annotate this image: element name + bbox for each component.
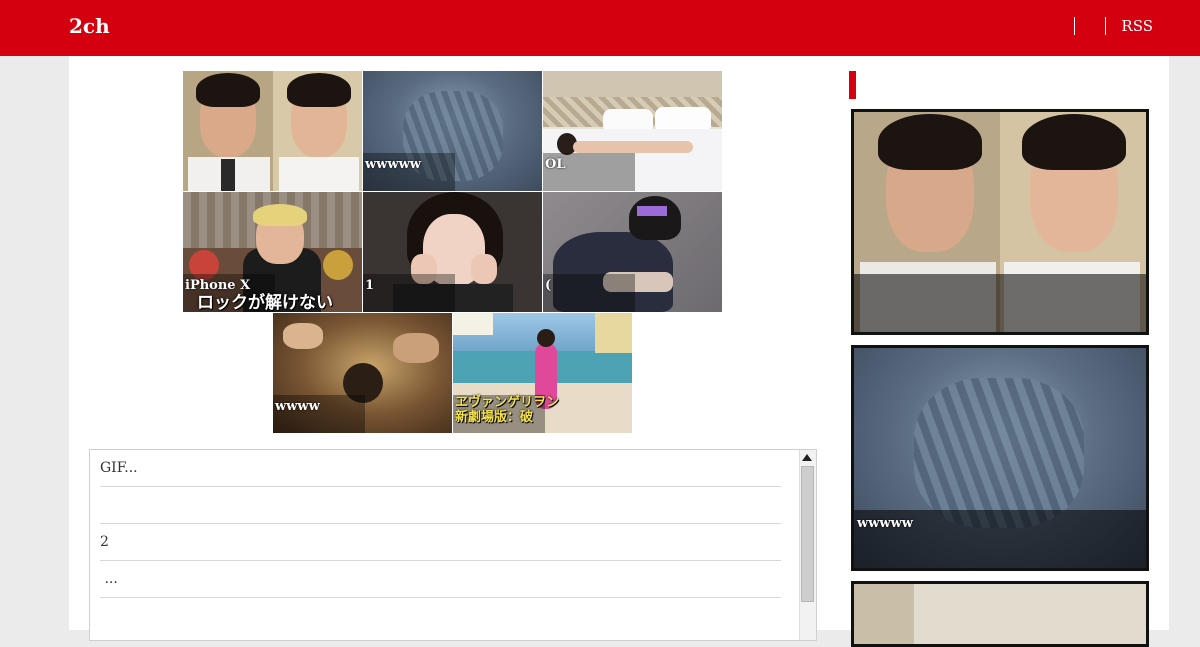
hair xyxy=(253,204,307,226)
nav-divider xyxy=(1074,17,1076,35)
caption-overlay xyxy=(854,274,1146,332)
rss-link[interactable]: RSS xyxy=(1121,17,1153,35)
sidebar-card-2[interactable]: wwwww xyxy=(851,345,1149,571)
thumbnail-7[interactable]: wwww xyxy=(273,313,452,433)
sidebar-card-1[interactable] xyxy=(851,109,1149,335)
caption-overlay xyxy=(543,274,635,312)
thumbnail-1[interactable] xyxy=(183,71,362,191)
thumbnail-caption: 1 xyxy=(365,278,375,293)
comment-row[interactable]: 2 xyxy=(100,524,781,561)
sidebar-card-caption: wwwww xyxy=(857,516,913,531)
thumbnail-6[interactable]: ( xyxy=(543,192,722,312)
main-container: wwwww OL ロックが解けない iPhone X 1 (wwww ヱヴァン… xyxy=(69,56,1169,647)
comment-row[interactable]: ... xyxy=(100,561,781,598)
hair xyxy=(1022,114,1126,170)
thumbnail-caption: wwww xyxy=(275,399,320,414)
scroll-up-icon[interactable] xyxy=(802,454,812,461)
thumbnail-caption: ( xyxy=(545,278,552,293)
comment-box[interactable]: GIF... 2 ... xyxy=(89,449,817,641)
scrollbar-thumb[interactable] xyxy=(801,466,814,602)
scrollbar[interactable] xyxy=(799,450,816,640)
hair xyxy=(629,196,681,240)
thumbnail-2[interactable]: wwwww xyxy=(363,71,542,191)
thumbnail-3[interactable]: OL xyxy=(543,71,722,191)
top-nav: RSS xyxy=(1059,17,1153,35)
thumbnail-grid: wwwww OL ロックが解けない iPhone X 1 (wwww ヱヴァン… xyxy=(183,71,723,433)
hair xyxy=(878,114,982,170)
comment-row[interactable] xyxy=(100,487,781,524)
site-logo[interactable]: 2ch xyxy=(69,14,110,38)
hair xyxy=(196,73,260,107)
thumbnail-overlay-text: ヱヴァンゲリヲン 新劇場版：破 xyxy=(455,395,560,425)
nav-divider xyxy=(1105,17,1107,35)
caption-overlay xyxy=(363,274,455,312)
top-bar: 2ch RSS xyxy=(0,0,1200,56)
comment-row[interactable]: GIF... xyxy=(100,450,781,487)
hair xyxy=(287,73,351,107)
sidebar-heading-accent xyxy=(849,71,856,99)
thumbnail-caption: OL xyxy=(545,157,566,172)
comment-row[interactable] xyxy=(100,598,781,634)
thumbnail-4[interactable]: ロックが解けない iPhone X xyxy=(183,192,362,312)
thumbnail-caption: iPhone X xyxy=(185,278,251,293)
thumbnail-caption: wwwww xyxy=(365,157,421,172)
comment-list: GIF... 2 ... xyxy=(100,450,781,634)
thumbnail-8[interactable]: ヱヴァンゲリヲン 新劇場版：破 xyxy=(453,313,632,433)
thumbnail-5[interactable]: 1 xyxy=(363,192,542,312)
sidebar-card-3[interactable] xyxy=(851,581,1149,647)
